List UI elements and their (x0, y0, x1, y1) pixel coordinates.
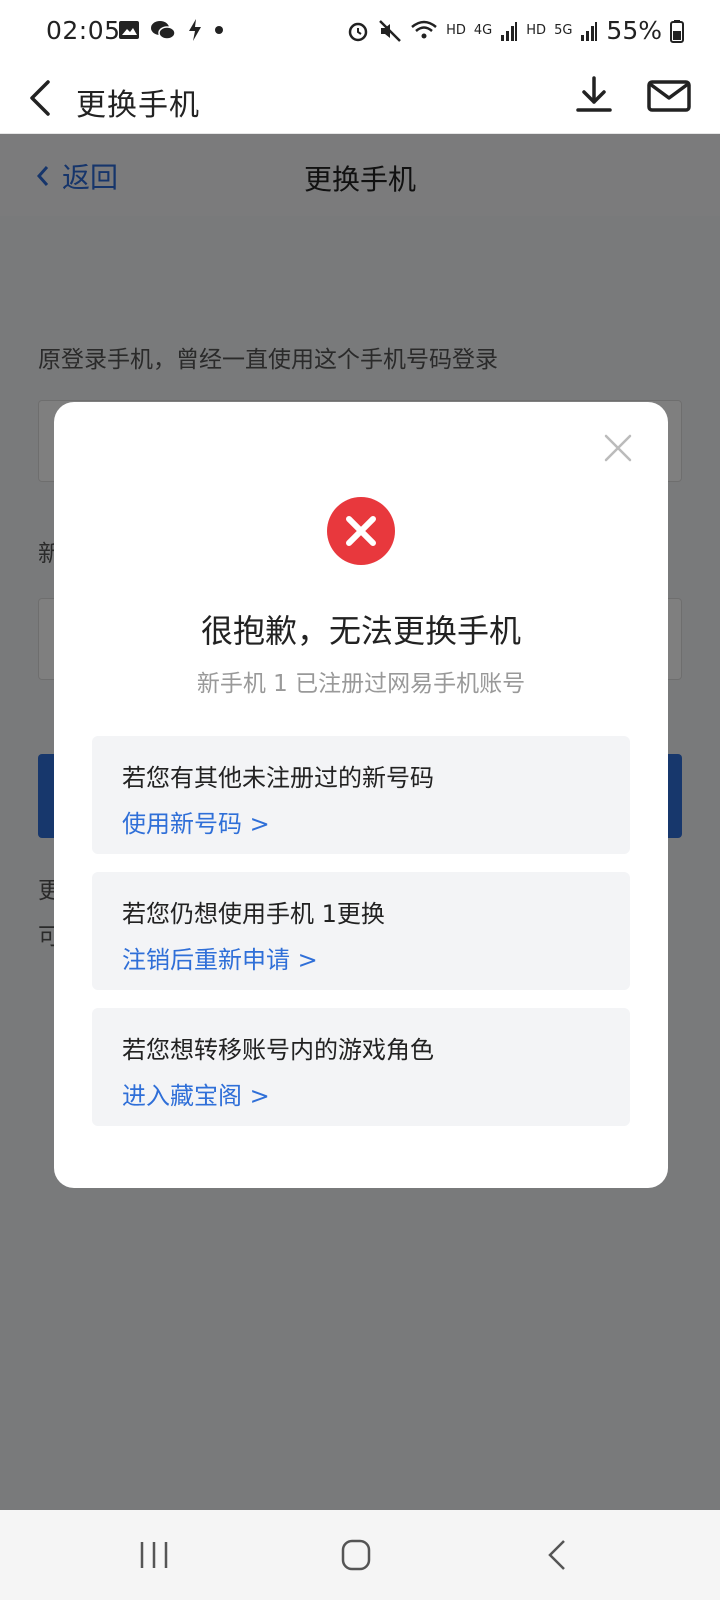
battery-icon (670, 19, 684, 43)
network-hd-label: HD (446, 23, 466, 38)
error-icon (327, 497, 395, 565)
close-icon[interactable] (604, 434, 632, 462)
status-time: 02:05 (46, 16, 121, 45)
network-hd-label-2: HD (526, 23, 547, 38)
mute-icon (379, 19, 401, 42)
system-status-icons: HD 4G HD 5G 55% (346, 16, 684, 45)
back-nav-icon[interactable] (546, 1538, 568, 1572)
battery-percent: 55% (606, 16, 662, 45)
option-card-transfer: 若您想转移账号内的游戏角色 进入藏宝阁 > (92, 1008, 630, 1126)
option-card-new-number: 若您有其他未注册过的新号码 使用新号码 > (92, 736, 630, 854)
dot-icon (215, 26, 223, 34)
back-arrow-icon[interactable] (24, 78, 58, 118)
bolt-icon (189, 19, 201, 41)
use-new-number-link[interactable]: 使用新号码 > (122, 804, 270, 839)
option-card-reapply: 若您仍想使用手机 1更换 注销后重新申请 > (92, 872, 630, 990)
mail-icon[interactable] (646, 74, 692, 118)
download-icon[interactable] (574, 74, 614, 118)
phone-screen: 02:05 HD 4G HD 5G 55% 更换手机 很抱歉，无法更换手机 新手… (0, 0, 720, 1600)
home-icon[interactable] (340, 1538, 372, 1572)
wechat-icon (151, 21, 176, 40)
dialog-subtitle: 新手机 1 已注册过网易手机账号 (196, 671, 526, 697)
signal-icon (501, 21, 518, 41)
gallery-icon (119, 21, 139, 39)
recent-apps-icon[interactable] (138, 1540, 170, 1570)
error-dialog: 很抱歉，无法更换手机 新手机 1 已注册过网易手机账号 若您有其他未注册过的新号… (54, 402, 668, 1188)
alarm-icon (348, 22, 368, 41)
status-bar: 02:05 HD 4G HD 5G 55% (0, 0, 720, 64)
app-header: 更换手机 (0, 64, 720, 134)
network-4g-label: 4G (473, 23, 493, 38)
wifi-icon (411, 20, 437, 38)
option-card-text: 若您想转移账号内的游戏角色 (122, 1036, 434, 1064)
enter-treasure-pavilion-link[interactable]: 进入藏宝阁 > (122, 1076, 270, 1111)
option-card-text: 若您仍想使用手机 1更换 (122, 900, 385, 928)
network-5g-label: 5G (554, 23, 573, 38)
notification-icons (118, 18, 224, 42)
dialog-title: 很抱歉，无法更换手机 (200, 612, 521, 650)
option-card-text: 若您有其他未注册过的新号码 (122, 764, 434, 792)
app-header-title: 更换手机 (76, 88, 200, 123)
cancel-and-reapply-link[interactable]: 注销后重新申请 > (122, 940, 318, 975)
signal-icon-2 (581, 21, 598, 41)
system-nav-bar (0, 1510, 720, 1600)
